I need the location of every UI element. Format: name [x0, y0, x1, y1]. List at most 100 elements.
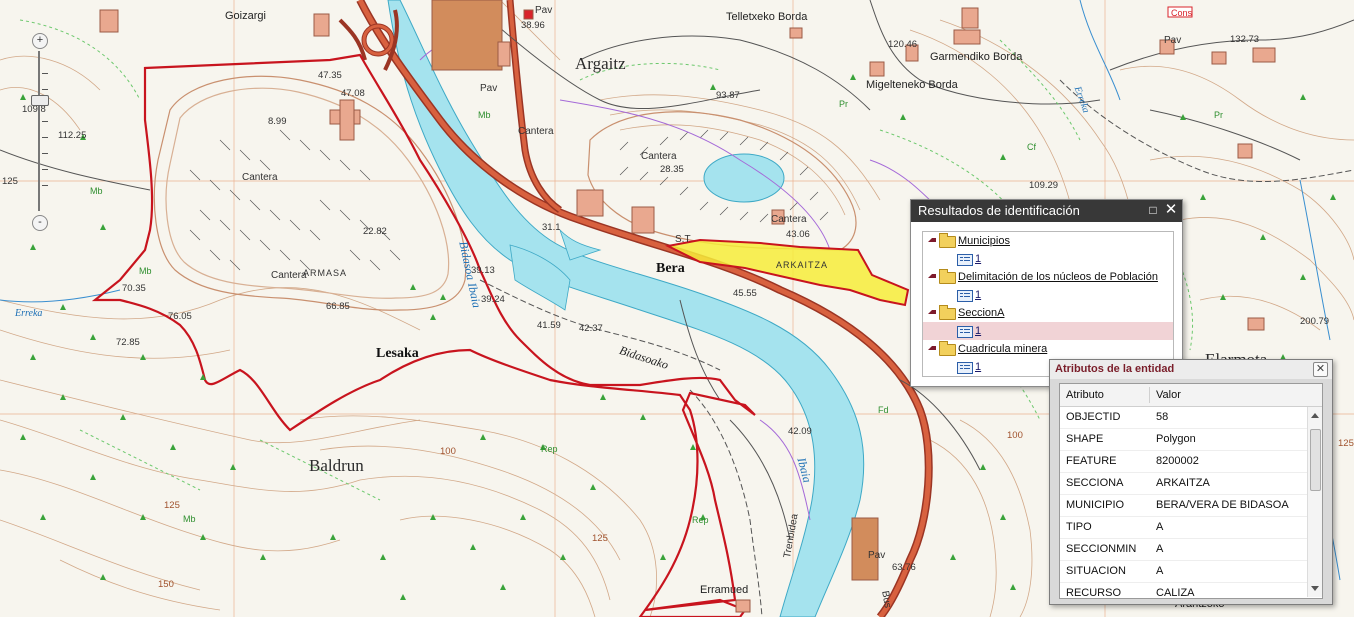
elevation-label: 70.35 — [122, 283, 146, 294]
feature-label-mb-2: Mb — [183, 514, 196, 524]
feature-label-pav-2: Pav — [535, 5, 553, 16]
feature-id[interactable]: 1 — [975, 250, 981, 268]
elevation-label: 120.46 — [888, 39, 918, 50]
zoom-tick — [42, 89, 48, 90]
zoom-tick — [42, 137, 48, 138]
column-header-value[interactable]: Valor — [1156, 384, 1181, 406]
table-row: SHAPE Polygon — [1060, 429, 1308, 451]
scroll-down-icon[interactable] — [1311, 586, 1319, 591]
attributes-panel-header[interactable]: Atributos de la entidad ✕ — [1050, 360, 1332, 379]
feature-label-armasa: ARMASA — [303, 268, 348, 278]
zoom-slider-thumb[interactable] — [31, 95, 49, 106]
feature-label-arkaitza: ARKAITZA — [776, 260, 829, 270]
folder-icon — [939, 341, 956, 356]
feature-label-pr-1: Pr — [839, 99, 848, 109]
tree-feature[interactable]: 1 — [923, 286, 1173, 304]
elevation-label: 93.87 — [716, 90, 740, 101]
lake — [703, 153, 785, 203]
maximize-icon[interactable]: □ — [1146, 203, 1160, 217]
attribute-value: BERA/VERA DE BIDASOA — [1156, 499, 1289, 511]
close-icon[interactable]: ✕ — [1313, 362, 1328, 377]
attributes-table: Atributo Valor OBJECTID 58 SHAPE Polygon F… — [1059, 383, 1323, 599]
place-label-garmendiko-borda: Garmendiko Borda — [930, 51, 1023, 63]
elevation-label: 42.09 — [788, 426, 812, 437]
attributes-table-header: Atributo Valor — [1060, 384, 1322, 407]
identify-results-tree: Municipios 1 Delimitación de los núcleos… — [922, 231, 1174, 377]
zoom-tick — [42, 73, 48, 74]
feature-label-cons: Cons — [1171, 8, 1193, 18]
table-row: RECURSO CALIZA — [1060, 583, 1308, 599]
zoom-slider-track[interactable] — [38, 51, 40, 211]
expand-arrow-icon[interactable] — [928, 274, 936, 278]
zoom-in-button[interactable]: + — [32, 33, 48, 49]
layer-name[interactable]: Delimitación de los núcleos de Población — [958, 268, 1158, 286]
layer-name[interactable]: Cuadricula minera — [958, 340, 1047, 358]
place-label-goizargi: Goizargi — [225, 10, 266, 22]
feature-label-pav-3: Pav — [1164, 35, 1182, 46]
expand-arrow-icon[interactable] — [928, 238, 936, 242]
elevation-label: 112.25 — [58, 130, 87, 141]
table-row: SECCIONA ARKAITZA — [1060, 473, 1308, 495]
contour-label: 150 — [158, 579, 174, 590]
folder-icon — [939, 233, 956, 248]
contour-label: 125 — [592, 533, 608, 544]
attribute-name: TIPO — [1066, 521, 1092, 533]
place-label-migelteneko-borda: Migelteneko Borda — [866, 79, 958, 91]
elevation-label: 8.99 — [268, 116, 287, 127]
table-row: SECCIONMIN A — [1060, 539, 1308, 561]
attributes-scrollbar[interactable] — [1307, 407, 1322, 597]
place-label-baldrun: Baldrun — [309, 456, 364, 475]
feature-label-st: S.T — [675, 234, 691, 245]
attributes-rows: OBJECTID 58 SHAPE Polygon FEATURE 8200002 S… — [1060, 407, 1308, 599]
scrollbar-thumb[interactable] — [1310, 429, 1321, 491]
scroll-up-icon[interactable] — [1311, 413, 1319, 418]
zoom-out-button[interactable]: - — [32, 215, 48, 231]
feature-label-cantera-4: Cantera — [771, 214, 807, 225]
elevation-label: 39.13 — [471, 265, 495, 276]
zoom-tick — [42, 169, 48, 170]
feature-label-mb-1: Mb — [90, 186, 103, 196]
elevation-label: 45.55 — [733, 288, 757, 299]
feature-id[interactable]: 1 — [975, 322, 981, 340]
column-divider — [1149, 387, 1150, 403]
layer-name[interactable]: Municipios — [958, 232, 1010, 250]
tree-feature-selected[interactable]: 1 — [923, 322, 1173, 340]
attribute-name: SECCIONMIN — [1066, 543, 1137, 555]
attribute-value: A — [1156, 521, 1164, 533]
zoom-control[interactable]: + - — [30, 33, 49, 231]
elevation-label: 42.37 — [579, 323, 603, 334]
tree-layer-cuadricula-minera[interactable]: Cuadricula minera — [923, 340, 1173, 358]
elevation-label: 66.85 — [326, 301, 350, 312]
table-row: OBJECTID 58 — [1060, 407, 1308, 429]
place-label-erramued: Erramued — [700, 584, 749, 596]
attribute-name: RECURSO — [1066, 587, 1122, 599]
tree-layer-municipios[interactable]: Municipios — [923, 232, 1173, 250]
tree-layer-secciona[interactable]: SeccionA — [923, 304, 1173, 322]
column-header-attribute[interactable]: Atributo — [1066, 384, 1104, 406]
attribute-value: A — [1156, 565, 1164, 577]
identify-panel-title: Resultados de identificación — [918, 203, 1080, 218]
attribute-name: SHAPE — [1066, 433, 1104, 445]
contour-label: 100 — [440, 446, 456, 457]
feature-id[interactable]: 1 — [975, 358, 981, 376]
elevation-label: 63.76 — [892, 562, 916, 573]
place-label-telletxeko-borda: Telletxeko Borda — [726, 11, 808, 23]
feature-label-mb-3: Mb — [139, 266, 152, 276]
place-label-argaitz: Argaitz — [575, 54, 626, 73]
attribute-value: ARKAITZA — [1156, 477, 1210, 489]
water-label-erreka-left: Erreka — [15, 308, 43, 319]
layer-name[interactable]: SeccionA — [958, 304, 1004, 322]
identify-panel-header[interactable]: Resultados de identificación □ ✕ — [911, 200, 1182, 222]
expand-arrow-icon[interactable] — [928, 346, 936, 350]
feature-id[interactable]: 1 — [975, 286, 981, 304]
place-label-bera: Bera — [656, 261, 685, 276]
tree-feature[interactable]: 1 — [923, 250, 1173, 268]
attribute-value: 8200002 — [1156, 455, 1199, 467]
expand-arrow-icon[interactable] — [928, 310, 936, 314]
tree-layer-delimitacion-nucleos[interactable]: Delimitación de los núcleos de Población — [923, 268, 1173, 286]
feature-record-icon — [957, 290, 973, 302]
close-icon[interactable]: ✕ — [1164, 202, 1178, 217]
elevation-label: 47.35 — [318, 70, 342, 81]
folder-icon — [939, 269, 956, 284]
feature-label-rep-1: Rep — [541, 444, 558, 454]
